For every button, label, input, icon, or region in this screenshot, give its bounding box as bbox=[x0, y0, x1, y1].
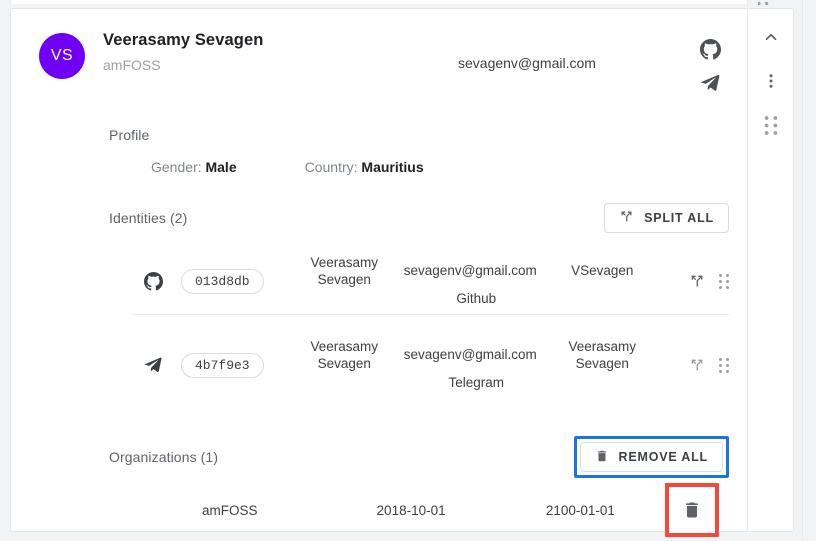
more-vertical-icon[interactable] bbox=[755, 65, 787, 97]
split-all-label: SPLIT ALL bbox=[644, 211, 714, 225]
page-title: Veerasamy Sevagen bbox=[103, 31, 264, 49]
telegram-icon[interactable] bbox=[697, 70, 723, 96]
organization-to-date: 2100-01-01 bbox=[545, 502, 615, 518]
identity-fields: Veerasamy Sevagen sevagenv@gmail.com Vee… bbox=[264, 339, 689, 392]
header-email: sevagenv@gmail.com bbox=[458, 55, 596, 71]
profile-field-gender: Gender: Male bbox=[151, 159, 237, 175]
remove-all-label: REMOVE ALL bbox=[618, 450, 708, 464]
identity-name: Veerasamy Sevagen bbox=[310, 255, 379, 287]
identity-uuid-chip[interactable]: 4b7f9e3 bbox=[181, 352, 264, 378]
identity-uuid-chip[interactable]: 013d8db bbox=[181, 268, 264, 294]
remove-all-button[interactable]: REMOVE ALL bbox=[579, 442, 723, 472]
identity-username: Veerasamy Sevagen bbox=[568, 339, 637, 371]
individual-card: VS Veerasamy Sevagen amFOSS sevagenv@gma… bbox=[10, 8, 748, 537]
profile-field-country: Country: Mauritius bbox=[305, 159, 424, 175]
identity-username: VSevagen bbox=[571, 263, 634, 279]
table-row: amFOSS 2018-10-01 2100-01-01 bbox=[133, 483, 729, 537]
github-icon bbox=[133, 271, 173, 291]
red-highlight-box bbox=[665, 483, 719, 537]
country-label: Country: bbox=[304, 159, 358, 175]
identity-row-actions bbox=[689, 357, 729, 373]
identity-fields: Veerasamy Sevagen sevagenv@gmail.com VSe… bbox=[264, 255, 689, 308]
country-value: Mauritius bbox=[361, 159, 424, 175]
identity-email: sevagenv@gmail.com bbox=[403, 263, 537, 279]
gender-value: Male bbox=[205, 159, 237, 175]
identities-section-title: Identities (2) bbox=[109, 210, 188, 226]
remove-organization-button[interactable] bbox=[673, 491, 711, 529]
gender-label: Gender: bbox=[151, 159, 202, 175]
identity-name-block: Veerasamy Sevagen amFOSS bbox=[103, 31, 263, 73]
page-scrollbar[interactable] bbox=[802, 0, 816, 541]
profile-section-title: Profile bbox=[109, 127, 150, 143]
organizations-section-title: Organizations (1) bbox=[109, 449, 219, 465]
app-root: VS Veerasamy Sevagen amFOSS sevagenv@gma… bbox=[0, 0, 816, 541]
split-icon[interactable] bbox=[689, 357, 705, 373]
trash-icon bbox=[595, 449, 609, 466]
organization-from-date: 2018-10-01 bbox=[376, 502, 446, 518]
previous-card-drag-handle-icon[interactable] bbox=[758, 0, 772, 6]
remove-all-annotation: REMOVE ALL bbox=[573, 436, 729, 478]
chevron-up-icon[interactable] bbox=[755, 21, 787, 53]
github-icon[interactable] bbox=[697, 36, 723, 62]
row-divider bbox=[133, 314, 729, 315]
split-icon[interactable] bbox=[689, 273, 705, 289]
profile-fields: Gender: Male Country: Mauritius bbox=[151, 159, 424, 175]
split-all-button[interactable]: SPLIT ALL bbox=[604, 203, 729, 233]
identity-source: Telegram bbox=[448, 374, 505, 390]
organizations-header: Organizations (1) REMOVE ALL bbox=[109, 436, 729, 478]
avatar-initials: VS bbox=[50, 47, 74, 64]
identity-row[interactable]: 013d8db Veerasamy Sevagen sevagenv@gmail… bbox=[133, 255, 729, 308]
card-side-rail bbox=[748, 8, 794, 532]
identity-row-actions bbox=[689, 273, 729, 289]
identities-header: Identities (2) SPLIT ALL bbox=[109, 203, 729, 233]
identity-name: Veerasamy Sevagen bbox=[310, 339, 379, 371]
remove-organization-annotation bbox=[665, 483, 719, 537]
identity-source: Github bbox=[456, 290, 497, 306]
split-icon bbox=[619, 209, 634, 227]
identity-email: sevagenv@gmail.com bbox=[403, 347, 537, 363]
avatar: VS bbox=[39, 33, 85, 79]
organization-name: amFOSS bbox=[201, 502, 258, 518]
drag-handle-icon[interactable] bbox=[755, 109, 787, 141]
drag-handle-icon[interactable] bbox=[719, 357, 729, 373]
drag-handle-icon[interactable] bbox=[719, 273, 729, 289]
telegram-icon bbox=[133, 355, 173, 375]
identity-row[interactable]: 4b7f9e3 Veerasamy Sevagen sevagenv@gmail… bbox=[133, 339, 729, 392]
previous-card-edge bbox=[10, 0, 748, 4]
header-source-icons bbox=[697, 36, 723, 96]
card-header: VS Veerasamy Sevagen amFOSS sevagenv@gma… bbox=[11, 9, 747, 97]
header-organization: amFOSS bbox=[103, 57, 161, 73]
